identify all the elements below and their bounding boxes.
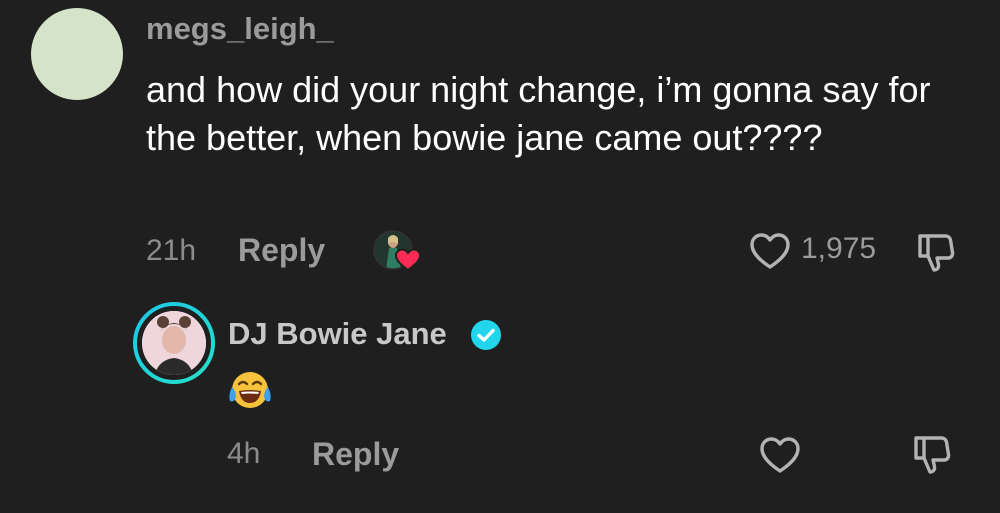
reply-button[interactable]: Reply bbox=[238, 232, 325, 269]
verified-check-icon bbox=[470, 319, 502, 351]
comment-text: and how did your night change, i’m gonna… bbox=[146, 69, 931, 158]
thumbs-down-icon[interactable] bbox=[914, 230, 960, 276]
tears-of-joy-icon bbox=[229, 372, 271, 408]
avatar[interactable] bbox=[31, 8, 123, 100]
like-icon[interactable] bbox=[748, 229, 792, 273]
reply-timestamp: 4h bbox=[227, 437, 261, 470]
creator-liked-badge bbox=[373, 230, 421, 272]
like-count: 1,975 bbox=[801, 232, 877, 265]
dislike-icon[interactable] bbox=[910, 432, 956, 478]
comment-timestamp: 21h bbox=[146, 234, 197, 267]
comment-username[interactable]: megs_leigh_ bbox=[146, 11, 334, 47]
reply-username[interactable]: DJ Bowie Jane bbox=[228, 316, 447, 352]
reply-avatar[interactable] bbox=[133, 302, 215, 384]
reply-text: 😂 bbox=[226, 367, 274, 415]
reply-button-secondary[interactable]: Reply bbox=[312, 436, 399, 473]
heart-outline-icon[interactable] bbox=[758, 433, 802, 477]
heart-badge-icon bbox=[395, 248, 421, 272]
